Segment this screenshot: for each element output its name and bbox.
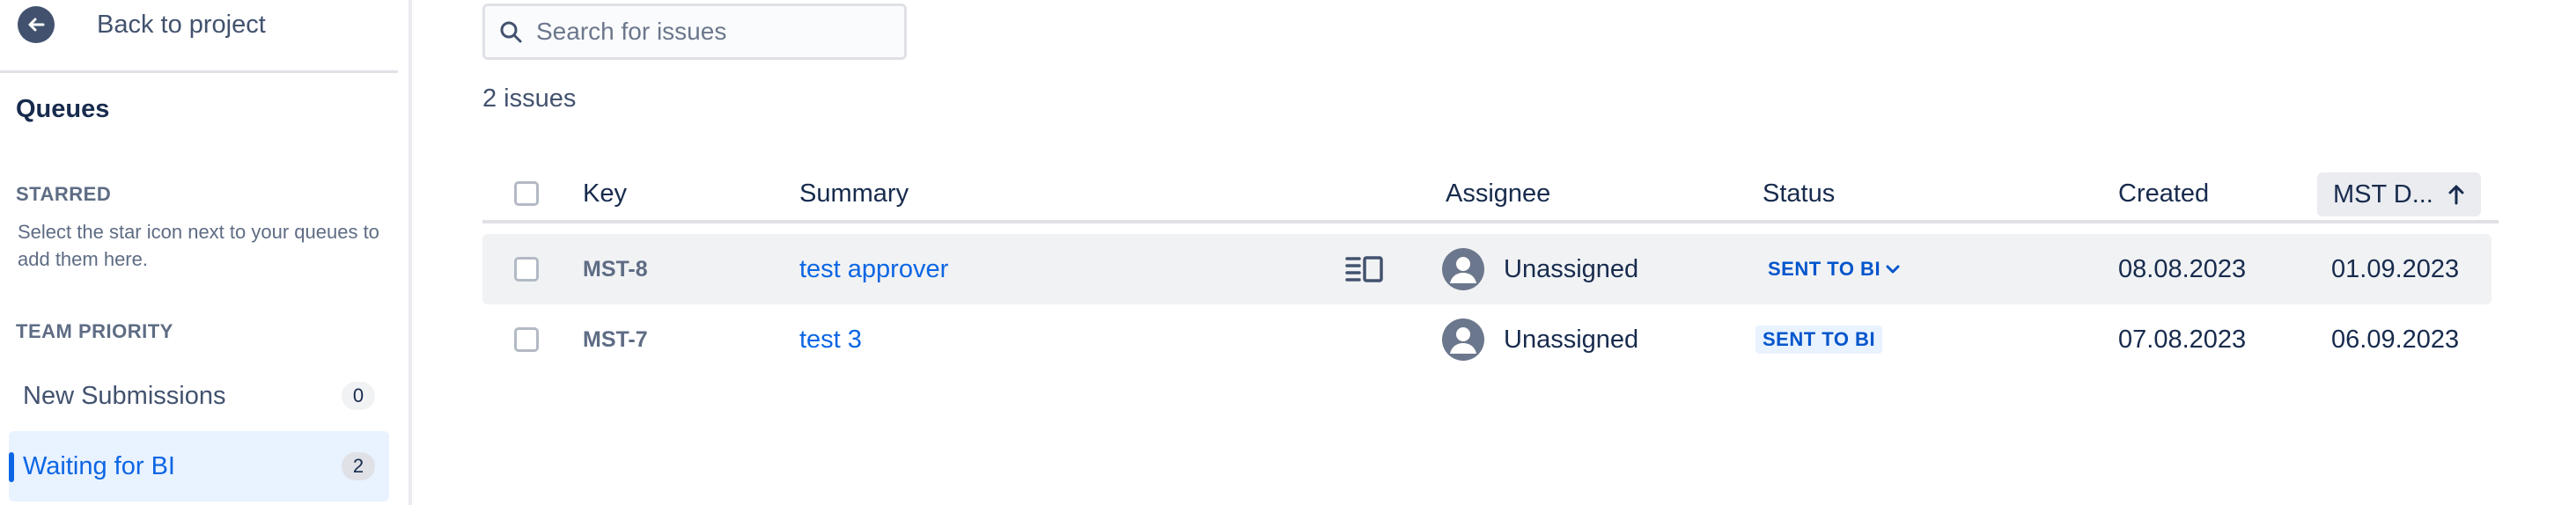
select-all-checkbox[interactable]: [514, 181, 539, 206]
issue-summary-link[interactable]: test 3: [799, 326, 862, 355]
table-header: Key Summary Assignee Status Created MST …: [482, 172, 2499, 223]
created-date: 08.08.2023: [2118, 254, 2247, 283]
search-box[interactable]: [482, 4, 907, 60]
avatar: [1442, 318, 1484, 361]
status-label: SENT TO BI: [1768, 258, 1881, 280]
column-header-key[interactable]: Key: [583, 179, 627, 209]
column-header-due-date[interactable]: MST D...: [2317, 172, 2481, 216]
queue-label: Waiting for BI: [23, 451, 175, 480]
issue-key[interactable]: MST-7: [583, 304, 648, 375]
queue-label: New Submissions: [23, 381, 226, 410]
chevron-down-icon: [1886, 265, 1900, 274]
due-date: 01.09.2023: [2331, 254, 2460, 283]
row-checkbox[interactable]: [514, 327, 539, 352]
issue-summary-link[interactable]: test approver: [799, 255, 948, 284]
status-lozenge: SENT TO BI: [1755, 326, 1883, 354]
column-header-summary[interactable]: Summary: [799, 179, 909, 209]
column-header-assignee[interactable]: Assignee: [1446, 179, 1550, 209]
back-to-project-link[interactable]: Back to project: [18, 5, 396, 44]
details-panel-icon: [1345, 256, 1383, 282]
column-header-due-label: MST D...: [2333, 179, 2433, 209]
table-row[interactable]: MST-8 test approver Unassigned SENT TO B…: [482, 234, 2491, 304]
arrow-left-icon: [18, 6, 55, 43]
row-checkbox[interactable]: [514, 257, 539, 282]
back-to-project-label: Back to project: [97, 10, 266, 39]
sidebar: Back to project Queues STARRED Select th…: [0, 0, 412, 505]
column-header-created[interactable]: Created: [2118, 179, 2209, 209]
sidebar-divider: [0, 70, 398, 73]
assignee-name: Unassigned: [1504, 325, 1639, 354]
starred-hint: Select the star icon next to your queues…: [18, 221, 379, 270]
due-date: 06.09.2023: [2331, 325, 2460, 354]
sort-ascending-icon: [2448, 185, 2464, 205]
issue-key[interactable]: MST-8: [583, 234, 648, 304]
table-row[interactable]: MST-7 test 3 Unassigned SENT TO BI 07.08…: [482, 304, 2491, 375]
search-input[interactable]: [536, 18, 888, 46]
created-date: 07.08.2023: [2118, 325, 2247, 354]
issue-count: 2 issues: [482, 84, 577, 113]
active-queue-marker: [9, 452, 14, 482]
queue-count-badge: 0: [342, 382, 375, 410]
queue-item-new-submissions[interactable]: New Submissions 0: [9, 361, 389, 431]
team-priority-heading: TEAM PRIORITY: [16, 320, 173, 342]
queues-title: Queues: [16, 95, 110, 123]
status-dropdown[interactable]: SENT TO BI: [1761, 255, 1907, 283]
starred-heading: STARRED: [16, 183, 112, 205]
open-preview-button[interactable]: [1345, 234, 1384, 304]
column-header-status[interactable]: Status: [1763, 179, 1835, 209]
avatar: [1442, 248, 1484, 290]
queue-count-badge: 2: [342, 452, 375, 480]
queue-item-waiting-for-bi[interactable]: Waiting for BI 2: [9, 431, 389, 501]
search-icon: [497, 18, 524, 45]
assignee-name: Unassigned: [1504, 254, 1639, 283]
issues-table: Key Summary Assignee Status Created MST …: [482, 172, 2499, 361]
